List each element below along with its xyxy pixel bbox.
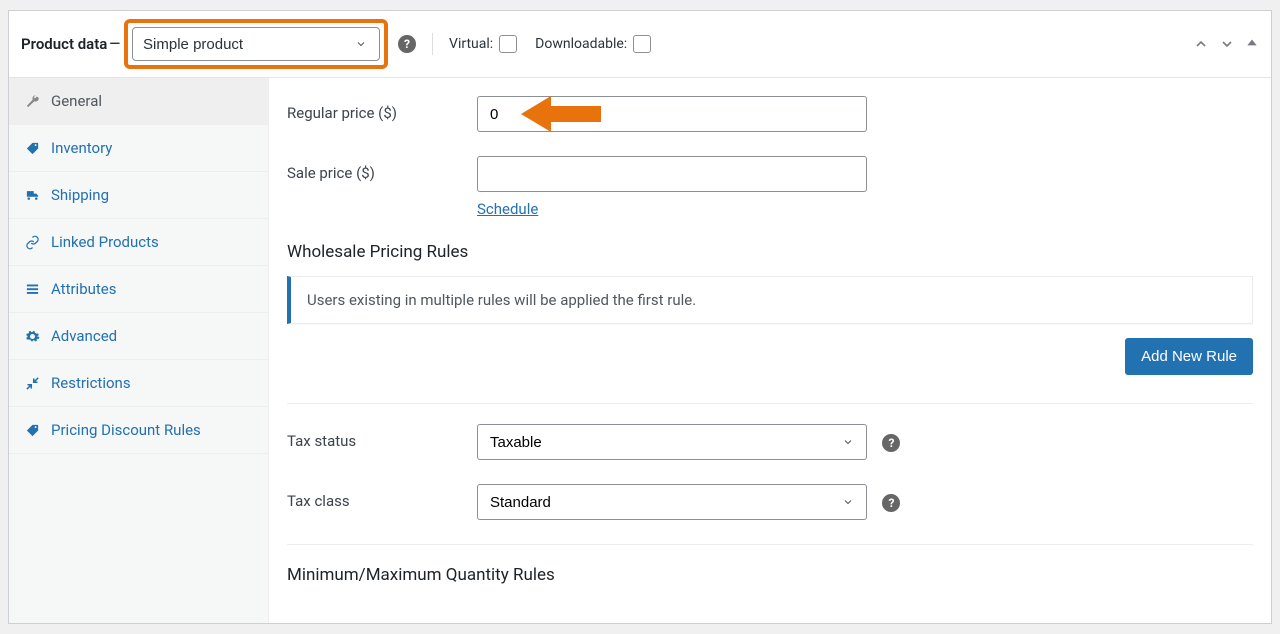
tab-shipping[interactable]: Shipping <box>9 172 268 219</box>
tab-label: Shipping <box>51 186 109 204</box>
tax-status-label: Tax status <box>287 424 477 450</box>
wholesale-notice: Users existing in multiple rules will be… <box>287 276 1253 324</box>
tab-advanced[interactable]: Advanced <box>9 313 268 360</box>
sale-price-input[interactable] <box>477 156 867 192</box>
chevron-up-icon[interactable] <box>1193 36 1209 52</box>
tab-attributes[interactable]: Attributes <box>9 266 268 313</box>
tab-label: Inventory <box>51 139 112 157</box>
help-icon[interactable]: ? <box>398 35 416 53</box>
tab-general[interactable]: General <box>9 78 268 125</box>
tag-icon <box>25 141 41 156</box>
schedule-link[interactable]: Schedule <box>477 200 538 218</box>
tab-label: General <box>51 92 102 110</box>
tab-label: Restrictions <box>51 374 131 392</box>
minmax-heading: Minimum/Maximum Quantity Rules <box>287 565 1253 585</box>
link-icon <box>25 235 41 250</box>
product-type-highlight: Simple product <box>124 19 388 69</box>
tax-class-select[interactable]: Standard <box>477 484 867 520</box>
tab-label: Pricing Discount Rules <box>51 421 201 439</box>
product-data-panel: Product data — Simple product ? Virtual:… <box>8 10 1272 624</box>
regular-price-label: Regular price ($) <box>287 96 477 122</box>
tab-linked[interactable]: Linked Products <box>9 219 268 266</box>
tax-status-select[interactable]: Taxable <box>477 424 867 460</box>
tax-class-label: Tax class <box>287 484 477 510</box>
caret-up-icon[interactable] <box>1245 36 1259 50</box>
chevron-down-icon[interactable] <box>1219 36 1235 52</box>
wholesale-heading: Wholesale Pricing Rules <box>287 242 1253 262</box>
tab-restrictions[interactable]: Restrictions <box>9 360 268 407</box>
tab-content-general: Regular price ($) Sale price ($) Schedul… <box>269 78 1271 623</box>
virtual-checkbox[interactable] <box>499 35 517 53</box>
annotation-arrow-icon <box>521 94 601 134</box>
wrench-icon <box>25 94 41 109</box>
add-new-rule-button[interactable]: Add New Rule <box>1125 338 1253 375</box>
panel-title: Product data <box>21 35 107 53</box>
gear-icon <box>25 329 41 344</box>
tab-pricing[interactable]: Pricing Discount Rules <box>9 407 268 454</box>
truck-icon <box>25 188 41 203</box>
help-icon[interactable]: ? <box>882 494 900 512</box>
tab-label: Linked Products <box>51 233 159 251</box>
sale-price-label: Sale price ($) <box>287 156 477 182</box>
downloadable-checkbox[interactable] <box>633 35 651 53</box>
help-icon[interactable]: ? <box>882 434 900 452</box>
tab-inventory[interactable]: Inventory <box>9 125 268 172</box>
product-type-select[interactable]: Simple product <box>132 27 380 61</box>
tab-label: Attributes <box>51 280 117 298</box>
list-icon <box>25 282 41 297</box>
virtual-label: Virtual: <box>449 36 493 52</box>
compress-icon <box>25 376 41 391</box>
panel-toggle-actions <box>1193 36 1259 52</box>
pricetag-icon <box>25 423 41 438</box>
tab-label: Advanced <box>51 327 117 345</box>
product-data-tabs: General Inventory Shipping Linked Products A… <box>9 78 269 623</box>
downloadable-label: Downloadable: <box>535 36 627 52</box>
panel-header: Product data — Simple product ? Virtual:… <box>9 11 1271 78</box>
